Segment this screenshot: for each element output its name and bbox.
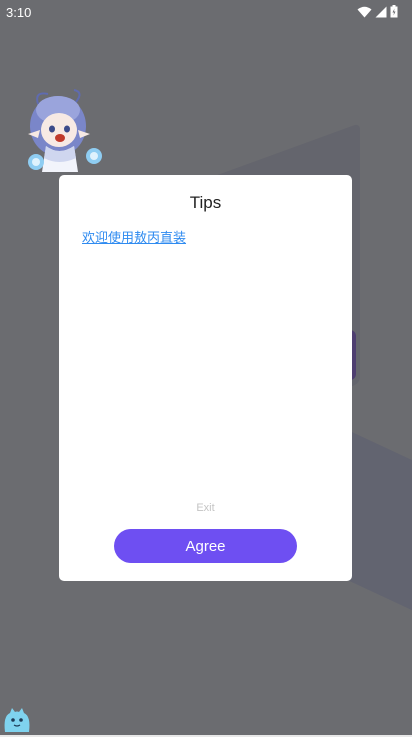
status-bar: 3:10 (0, 0, 412, 26)
welcome-link[interactable]: 欢迎使用敖丙直装 (82, 227, 186, 246)
wifi-icon (357, 6, 372, 18)
exit-button[interactable]: Exit (59, 502, 352, 514)
tips-dialog: Tips 欢迎使用敖丙直装 Exit Agree (59, 175, 352, 581)
status-time: 3:10 (6, 5, 32, 20)
status-icons (357, 5, 398, 18)
cellular-signal-icon (375, 6, 387, 18)
floating-mascot-icon[interactable] (2, 706, 32, 734)
dialog-title: Tips (189, 193, 222, 212)
mascot-character-image (14, 86, 106, 178)
agree-button[interactable]: Agree (114, 529, 297, 563)
battery-icon (390, 5, 398, 18)
